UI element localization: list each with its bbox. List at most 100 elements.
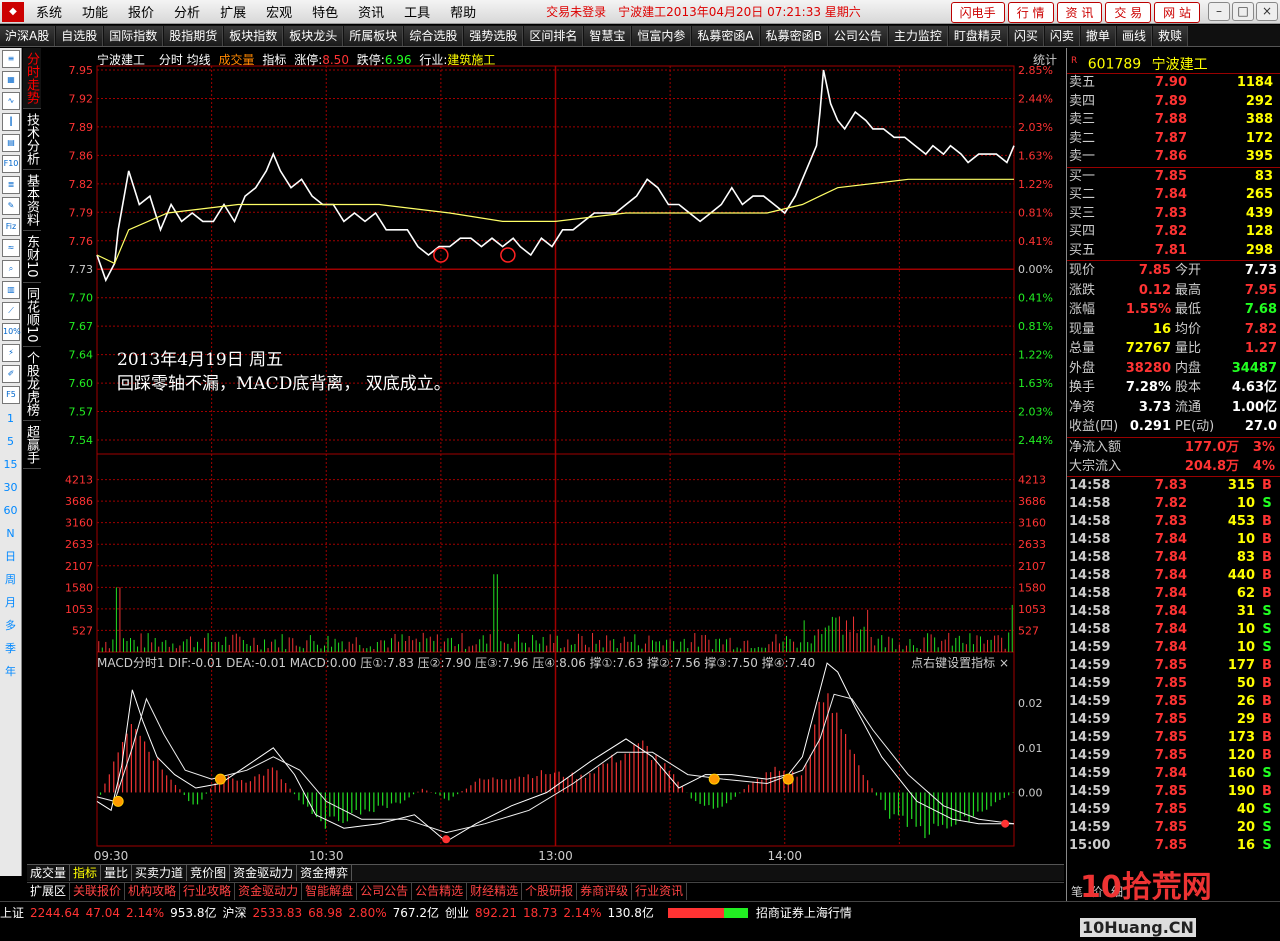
quick-button[interactable]: 行 情: [1007, 2, 1054, 23]
ask-row[interactable]: 卖一 7.86 395: [1067, 148, 1280, 167]
side-tab[interactable]: 东财10: [23, 231, 41, 283]
f-icon[interactable]: Fiz: [2, 218, 20, 236]
tick-row[interactable]: 14:59 7.85 29 B: [1067, 711, 1280, 729]
menu-item[interactable]: 特色: [302, 2, 348, 21]
period-button[interactable]: 多: [0, 614, 21, 637]
maximize-icon[interactable]: □: [1232, 2, 1254, 21]
toolbar-button[interactable]: 闪买: [1008, 25, 1044, 46]
indicator-tab[interactable]: 资金驱动力: [230, 865, 298, 881]
bid-row[interactable]: 买二 7.84 265: [1067, 186, 1280, 205]
period-button[interactable]: 年: [0, 660, 21, 683]
period-button[interactable]: 1: [0, 407, 21, 430]
ext-tab[interactable]: 行业攻略: [180, 883, 236, 900]
toolbar-button[interactable]: 撤单: [1080, 25, 1116, 46]
indicator-tab[interactable]: 竞价图: [187, 865, 231, 881]
ask-row[interactable]: 卖三 7.88 388: [1067, 111, 1280, 130]
toolbar-button[interactable]: 盯盘精灵: [948, 25, 1008, 46]
chart-area[interactable]: 7.95 2.85% 7.92 2.44% 7.89 2.03% 7.86 1.63% 7.82…: [41, 48, 1065, 876]
f10-icon[interactable]: F10: [2, 155, 20, 173]
ext-tab[interactable]: 扩展区: [27, 883, 71, 900]
menu-item[interactable]: 扩展: [210, 2, 256, 21]
side-tab[interactable]: 同花顺10: [23, 283, 41, 348]
flow-icon[interactable]: ≈: [2, 239, 20, 257]
toolbar-button[interactable]: 私募密函B: [760, 25, 828, 46]
tick-row[interactable]: 14:58 7.84 83 B: [1067, 549, 1280, 567]
f5-icon[interactable]: F5: [2, 386, 20, 404]
tick-row[interactable]: 14:59 7.85 40 S: [1067, 801, 1280, 819]
tick-row[interactable]: 14:58 7.84 62 B: [1067, 585, 1280, 603]
indicator-tab[interactable]: 指标: [70, 865, 102, 881]
tick-row[interactable]: 14:58 7.84 10 S: [1067, 621, 1280, 639]
side-tab[interactable]: 技术分析: [23, 109, 41, 170]
ext-tab[interactable]: 公司公告: [357, 883, 413, 900]
bid-row[interactable]: 买一 7.85 83: [1067, 168, 1280, 187]
tick-row[interactable]: 14:58 7.83 453 B: [1067, 513, 1280, 531]
menu-item[interactable]: 资讯: [348, 2, 394, 21]
menu-item[interactable]: 功能: [72, 2, 118, 21]
ext-tab[interactable]: 资金驱动力: [235, 883, 303, 900]
toolbar-button[interactable]: 私募密函A: [692, 25, 760, 46]
quick-button[interactable]: 网 站: [1154, 2, 1200, 23]
period-button[interactable]: 15: [0, 453, 21, 476]
tick-row[interactable]: 14:59 7.85 190 B: [1067, 783, 1280, 801]
ask-row[interactable]: 卖五 7.90 1184: [1067, 74, 1280, 93]
toolbar-button[interactable]: 救赎: [1152, 25, 1188, 46]
bolt-icon[interactable]: ⚡: [2, 344, 20, 362]
side-tab[interactable]: 超赢手: [23, 421, 41, 470]
toolbar-button[interactable]: 自选股: [56, 25, 104, 46]
toolbar-button[interactable]: 区间排名: [524, 25, 584, 46]
period-button[interactable]: 60: [0, 499, 21, 522]
tick-row[interactable]: 14:58 7.84 440 B: [1067, 567, 1280, 585]
percent-icon[interactable]: 10%: [2, 323, 21, 341]
menu-item[interactable]: 报价: [118, 2, 164, 21]
table-icon[interactable]: ▤: [2, 134, 20, 152]
ext-tab[interactable]: 行业资讯: [632, 883, 688, 900]
period-button[interactable]: N: [0, 522, 21, 545]
chart-icon[interactable]: ▥: [2, 281, 20, 299]
tick-row[interactable]: 14:58 7.84 31 S: [1067, 603, 1280, 621]
line-chart-icon[interactable]: ∿: [2, 92, 20, 110]
search-icon[interactable]: ⌕: [2, 260, 20, 278]
menu-item[interactable]: 宏观: [256, 2, 302, 21]
toolbar-button[interactable]: 主力监控: [888, 25, 948, 46]
candlestick-icon[interactable]: ┃: [2, 113, 20, 131]
toolbar-button[interactable]: 板块指数: [224, 25, 284, 46]
toolbar-button[interactable]: 智慧宝: [584, 25, 632, 46]
period-button[interactable]: 季: [0, 637, 21, 660]
side-tab[interactable]: 个股龙虎榜: [23, 347, 41, 422]
ext-tab[interactable]: 智能解盘: [302, 883, 358, 900]
toolbar-button[interactable]: 公司公告: [828, 25, 888, 46]
toolbar-button[interactable]: 强势选股: [464, 25, 524, 46]
side-tab[interactable]: 分时走势: [23, 48, 41, 109]
indicator-tab[interactable]: 量比: [101, 865, 133, 881]
toolbar-button[interactable]: 板块龙头: [284, 25, 344, 46]
tick-row[interactable]: 14:59 7.85 177 B: [1067, 657, 1280, 675]
tick-list[interactable]: 14:58 7.83 315 B 14:58 7.82 10 S 14:58 7.83 453 B 14…: [1067, 477, 1280, 855]
toolbar-button[interactable]: 沪深A股: [0, 25, 56, 46]
list-icon[interactable]: ≡: [2, 50, 20, 68]
quick-button[interactable]: 交 易: [1105, 2, 1152, 23]
tick-row[interactable]: 14:58 7.84 10 B: [1067, 531, 1280, 549]
bid-row[interactable]: 买四 7.82 128: [1067, 223, 1280, 242]
ext-tab[interactable]: 财经精选: [467, 883, 523, 900]
doc-icon[interactable]: ≣: [2, 176, 20, 194]
macd-settings-hint[interactable]: 点右键设置指标 ×: [911, 654, 1009, 671]
ext-tab[interactable]: 公告精选: [412, 883, 468, 900]
stat-button[interactable]: 统计: [1033, 51, 1057, 68]
toolbar-button[interactable]: 闪卖: [1044, 25, 1080, 46]
close-icon[interactable]: ×: [1256, 2, 1278, 21]
indicator-tab[interactable]: 成交量: [27, 865, 71, 881]
period-button[interactable]: 5: [0, 430, 21, 453]
menu-item[interactable]: 分析: [164, 2, 210, 21]
grid-icon[interactable]: ▦: [2, 71, 20, 89]
indicator-tab[interactable]: 买卖力道: [132, 865, 188, 881]
tick-row[interactable]: 14:59 7.85 173 B: [1067, 729, 1280, 747]
graph-icon[interactable]: ⟋: [2, 302, 20, 320]
toolbar-button[interactable]: 恒富内参: [632, 25, 692, 46]
ext-tab[interactable]: 机构攻略: [125, 883, 181, 900]
menu-item[interactable]: 工具: [394, 2, 440, 21]
period-button[interactable]: 30: [0, 476, 21, 499]
tick-row[interactable]: 14:58 7.83 315 B: [1067, 477, 1280, 495]
tick-row[interactable]: 14:59 7.84 160 S: [1067, 765, 1280, 783]
ask-row[interactable]: 卖二 7.87 172: [1067, 130, 1280, 149]
